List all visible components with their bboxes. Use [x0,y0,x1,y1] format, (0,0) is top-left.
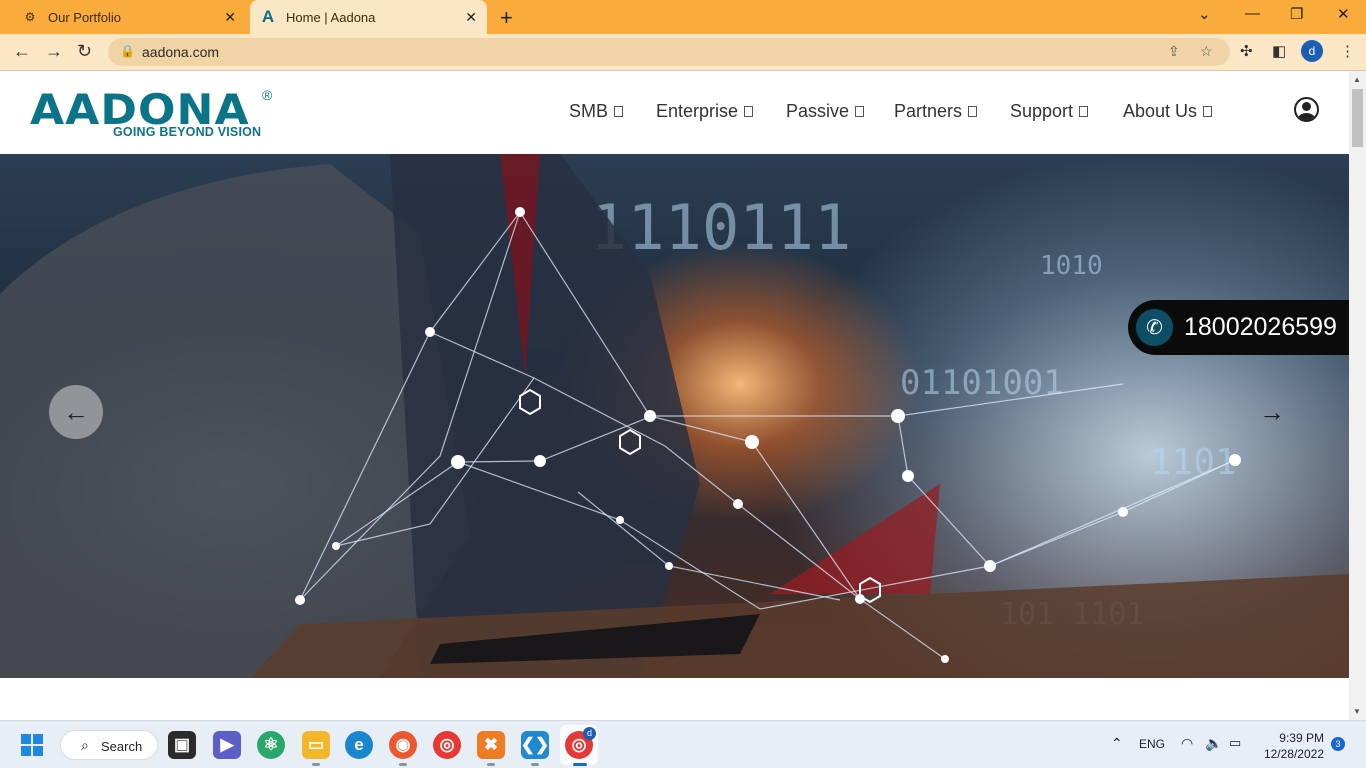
phone-number: 18002026599 [1184,313,1337,341]
notification-count-badge[interactable]: 3 [1331,737,1345,751]
file-explorer-icon[interactable]: ▭ [302,731,330,759]
reload-icon[interactable]: ↻ [77,41,92,62]
phone-icon: ✆ [1134,307,1175,348]
nav-item-partners[interactable]: Partners [894,101,978,122]
running-indicator [312,763,320,766]
active-indicator [573,763,587,766]
scroll-thumb[interactable] [1352,89,1363,147]
nav-label: Passive [786,101,850,121]
dropdown-icon [744,106,754,117]
xampp-icon[interactable]: ✖ [477,731,505,759]
svg-text:01101001: 01101001 [900,363,1064,403]
chevron-up-icon[interactable]: ⌃ [1111,735,1123,752]
bookmark-star-icon[interactable]: ☆ [1200,43,1213,60]
svg-text:1101: 1101 [1150,442,1237,483]
menu-kebab-icon[interactable]: ⋮ [1340,42,1355,60]
hero-slider: 1110111 01101001 1010 1101 101 1101 [0,154,1349,678]
dropdown-icon [614,106,624,117]
running-indicator [531,763,539,766]
aadona-logo[interactable]: AADONA ® GOING BEYOND VISION [30,87,280,143]
edge-browser-icon[interactable]: e [345,731,373,759]
svg-text:1010: 1010 [1040,251,1103,281]
address-bar[interactable]: 🔒 aadona.com ⇪ ☆ [108,38,1230,66]
network-overlay-graphic: 1110111 01101001 1010 1101 101 1101 [0,154,1349,678]
nav-label: Support [1010,101,1074,121]
taskbar-search-button[interactable]: ⌕ Search [60,730,158,760]
dropdown-icon [1203,106,1213,117]
nav-label: About Us [1123,101,1198,121]
back-arrow-icon[interactable]: ← [13,41,31,62]
minimize-window-icon[interactable]: — [1245,5,1260,22]
chrome-profile-badge: d [583,727,596,740]
arrow-right-icon: → [1259,396,1285,427]
new-tab-button[interactable]: + [500,5,513,31]
windows-taskbar: ⌕ Search ▣ ▶ ⚛ ▭ e ◉ ◎ ✖ ❮❯ ◎ d ⌃ ENG ◠ … [0,720,1366,768]
nav-item-support[interactable]: Support [1010,101,1089,122]
close-window-icon[interactable]: ✕ [1337,5,1350,23]
task-view-icon[interactable]: ▣ [168,731,196,759]
system-clock[interactable]: 9:39 PM 12/28/2022 [1262,730,1324,762]
scroll-up-icon[interactable]: ▲ [1353,75,1361,84]
wifi-icon[interactable]: ◠ [1181,735,1193,752]
site-header: AADONA ® GOING BEYOND VISION SMB Enterpr… [0,71,1349,154]
page-scrollbar[interactable]: ▲ ▼ [1349,71,1366,720]
chrome-icon[interactable]: ◎ [433,731,461,759]
running-indicator [487,763,495,766]
windows-start-icon[interactable] [21,734,43,756]
nav-label: Partners [894,101,963,121]
running-indicator [399,763,407,766]
dropdown-icon [968,106,978,117]
user-account-icon[interactable] [1294,97,1319,122]
browser-toolbar: ← → ↻ 🔒 aadona.com ⇪ ☆ ✣ ◧ d ⋮ [0,34,1366,71]
page-content-area [0,678,1349,720]
tab-home-aadona[interactable]: A Home | Aadona ✕ [250,0,487,34]
search-icon: ⌕ [81,737,89,753]
close-tab-icon[interactable]: ✕ [465,9,477,26]
url-text[interactable]: aadona.com [142,44,219,60]
share-icon[interactable]: ⇪ [1168,43,1180,60]
atom-app-icon[interactable]: ⚛ [257,731,285,759]
clock-date: 12/28/2022 [1263,747,1324,761]
volume-icon[interactable]: 🔈 [1205,735,1222,752]
language-indicator[interactable]: ENG [1139,737,1165,751]
restore-window-icon[interactable]: ❐ [1290,5,1303,23]
registered-mark: ® [262,87,273,103]
close-tab-icon[interactable]: ✕ [224,9,236,26]
tab-title: Home | Aadona [286,9,376,25]
nav-label: SMB [569,101,609,121]
lock-icon: 🔒 [120,44,135,58]
scroll-down-icon[interactable]: ▼ [1353,707,1361,716]
teams-chat-icon[interactable]: ▶ [213,731,241,759]
nav-item-about-us[interactable]: About Us [1123,101,1213,122]
dropdown-icon [1079,106,1089,117]
nav-item-passive[interactable]: Passive [786,101,865,122]
slider-next-button[interactable]: → [1245,385,1299,439]
aadona-favicon-icon: A [261,7,275,26]
firefox-icon[interactable]: ◉ [389,731,417,759]
clock-time: 9:39 PM [1279,731,1324,745]
dropdown-icon [855,106,865,117]
tab-title: Our Portfolio [48,9,121,25]
tab-search-chevron-icon[interactable]: ⌄ [1198,5,1211,23]
search-label: Search [101,739,143,754]
vscode-icon[interactable]: ❮❯ [521,731,549,759]
extensions-puzzle-icon[interactable]: ✣ [1240,42,1253,60]
nav-item-smb[interactable]: SMB [569,101,624,122]
call-us-button[interactable]: ✆ 18002026599 [1128,300,1349,355]
logo-tagline: GOING BEYOND VISION [113,125,262,139]
portfolio-favicon-icon: ⚙ [24,10,36,24]
nav-item-enterprise[interactable]: Enterprise [656,101,754,122]
browser-tab-strip: ⚙ Our Portfolio ✕ A Home | Aadona ✕ + ⌄ … [0,0,1366,34]
side-panel-icon[interactable]: ◧ [1272,42,1286,60]
tab-our-portfolio[interactable]: ⚙ Our Portfolio ✕ [8,0,246,34]
slider-prev-button[interactable]: ← [49,385,103,439]
profile-avatar[interactable]: d [1301,40,1323,62]
nav-label: Enterprise [656,101,739,121]
battery-icon[interactable]: ▭ [1229,735,1241,751]
forward-arrow-icon[interactable]: → [45,41,63,62]
arrow-left-icon: ← [63,396,89,427]
